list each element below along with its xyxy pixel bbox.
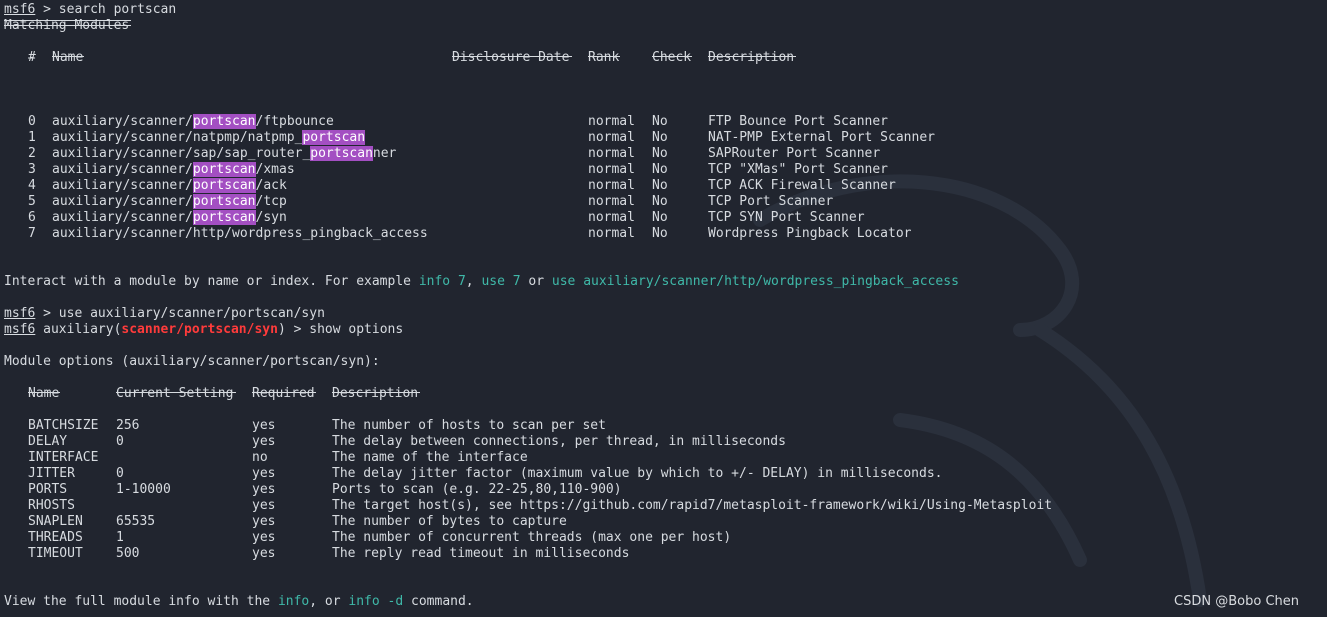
prompt-label: msf6 bbox=[4, 2, 36, 17]
module-row: 3 auxiliary/scanner/portscan/xmas normal No… bbox=[28, 162, 889, 177]
module-name: auxiliary/scanner/portscan/xmas bbox=[52, 162, 295, 177]
search-match-highlight: portscan bbox=[302, 130, 366, 145]
option-row: DELAY 0 yes The delay between connections, … bbox=[28, 434, 786, 449]
info-7-hint: info 7 bbox=[418, 274, 466, 289]
option-row: RHOSTS yes The target host(s), see https:/… bbox=[28, 498, 1053, 513]
module-name: auxiliary/scanner/http/wordpress_pingbac… bbox=[52, 226, 428, 241]
search-match-highlight: portscan bbox=[192, 178, 256, 193]
module-row: 4 auxiliary/scanner/portscan/ack normal No T… bbox=[28, 178, 896, 193]
module-options-title: Module options (auxiliary/scanner/portsc… bbox=[4, 354, 380, 369]
option-row: BATCHSIZE 256 yes The number of hosts to sc… bbox=[28, 418, 606, 433]
footer-hint: View the full module info with the info,… bbox=[4, 594, 474, 609]
search-match-highlight: portscan bbox=[192, 162, 256, 177]
use-path-hint: use auxiliary/scanner/http/wordpress_pin… bbox=[551, 274, 959, 289]
options-header-underlines bbox=[4, 386, 1327, 402]
search-match-highlight: portscan bbox=[192, 194, 256, 209]
module-name: auxiliary/scanner/portscan/ack bbox=[52, 178, 287, 193]
module-row: 1 auxiliary/scanner/natpmp/natpmp_portsca… bbox=[28, 130, 935, 145]
module-name: auxiliary/scanner/portscan/syn bbox=[52, 210, 287, 225]
option-row: PORTS 1-10000 yes Ports to scan (e.g. 22-25… bbox=[28, 482, 622, 497]
title-double-underline bbox=[4, 20, 131, 26]
module-row: 0 auxiliary/scanner/portscan/ftpbounce nor… bbox=[28, 114, 889, 129]
modules-header-underlines: - bbox=[4, 50, 1327, 66]
module-row: 5 auxiliary/scanner/portscan/tcp normal No T… bbox=[28, 194, 834, 209]
option-row: INTERFACE no The name of the interface bbox=[28, 450, 528, 465]
option-row: TIMEOUT 500 yes The reply read timeout in m… bbox=[28, 546, 630, 561]
module-name: auxiliary/scanner/natpmp/natpmp_portscan bbox=[52, 130, 366, 145]
command-line-show-options: msf6 auxiliary(scanner/portscan/syn) > s… bbox=[4, 322, 404, 337]
command-line-use: msf6 > use auxiliary/scanner/portscan/sy… bbox=[4, 306, 325, 321]
module-row: 6 auxiliary/scanner/portscan/syn normal No T… bbox=[28, 210, 865, 225]
info-hint: info bbox=[277, 594, 310, 609]
interact-hint: Interact with a module by name or index.… bbox=[4, 274, 959, 289]
module-name: auxiliary/scanner/portscan/tcp bbox=[52, 194, 287, 209]
search-match-highlight: portscan bbox=[310, 146, 373, 161]
option-row: JITTER 0 yes The delay jitter factor (maxim… bbox=[28, 466, 943, 481]
csdn-watermark: CSDN @Bobo Chen bbox=[1174, 594, 1299, 609]
command-line-search: msf6 > search portscan bbox=[4, 2, 177, 17]
option-row: THREADS 1 yes The number of concurrent thre… bbox=[28, 530, 732, 545]
info-d-hint: info -d bbox=[348, 594, 404, 609]
terminal-output: msf6 > search portscan Matching Modules … bbox=[4, 2, 1327, 617]
module-row: 2 auxiliary/scanner/sap/sap_router_portsc… bbox=[28, 146, 881, 161]
option-row: SNAPLEN 65535 yes The number of bytes to ca… bbox=[28, 514, 567, 529]
search-match-highlight: portscan bbox=[192, 210, 256, 225]
use-7-hint: use 7 bbox=[481, 274, 521, 289]
search-match-highlight: portscan bbox=[192, 114, 256, 129]
command-text: search portscan bbox=[58, 2, 177, 17]
module-name: auxiliary/scanner/portscan/ftpbounce bbox=[52, 114, 334, 129]
active-module-label: scanner/portscan/syn bbox=[121, 322, 278, 337]
module-name: auxiliary/scanner/sap/sap_router_portsca… bbox=[52, 146, 397, 161]
module-row: 7 auxiliary/scanner/http/wordpress_pingba… bbox=[28, 226, 912, 241]
